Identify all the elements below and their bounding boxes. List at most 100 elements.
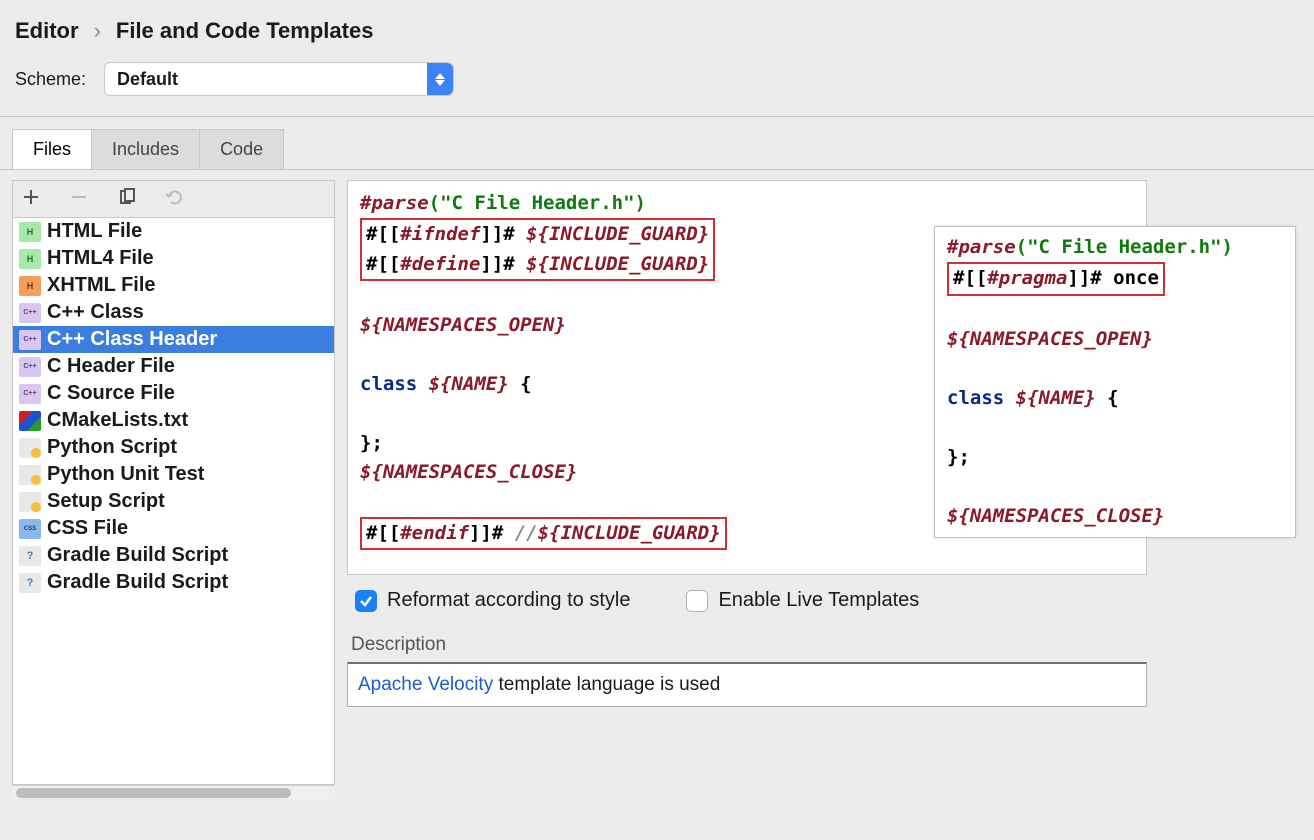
- code-token: ]]#: [469, 522, 515, 544]
- file-item[interactable]: XHTML File: [13, 272, 334, 299]
- file-item[interactable]: Gradle Build Script: [13, 569, 334, 596]
- file-type-icon: [19, 546, 41, 566]
- file-item-label: C++ Class Header: [47, 328, 217, 351]
- main-pane: #parse("C File Header.h") #[[#ifndef]]# …: [347, 170, 1314, 809]
- code-token: ]]#: [480, 253, 526, 275]
- file-type-icon: [19, 303, 41, 323]
- file-item-label: HTML File: [47, 220, 142, 243]
- file-type-icon: [19, 411, 41, 431]
- breadcrumb-parent[interactable]: Editor: [15, 18, 79, 44]
- file-item-label: C Header File: [47, 355, 175, 378]
- file-item-label: Gradle Build Script: [47, 544, 228, 567]
- file-type-icon: [19, 573, 41, 593]
- file-item-label: Python Unit Test: [47, 463, 204, 486]
- file-type-icon: [19, 465, 41, 485]
- file-item[interactable]: C Header File: [13, 353, 334, 380]
- live-templates-label: Enable Live Templates: [718, 589, 919, 612]
- code-token: ${INCLUDE_GUARD}: [526, 223, 709, 245]
- file-item-label: Python Script: [47, 436, 177, 459]
- code-token: ${INCLUDE_GUARD}: [526, 253, 709, 275]
- code-token: #ifndef: [400, 223, 480, 245]
- file-item-label: CMakeLists.txt: [47, 409, 188, 432]
- scrollbar-thumb[interactable]: [16, 788, 291, 798]
- file-item[interactable]: C++ Class: [13, 299, 334, 326]
- file-type-icon: [19, 357, 41, 377]
- file-item[interactable]: C Source File: [13, 380, 334, 407]
- code-token: ${NAME}: [429, 373, 509, 395]
- code-token: {: [509, 373, 532, 395]
- code-token: ("C File Header.h"): [429, 192, 646, 214]
- file-type-icon: [19, 438, 41, 458]
- file-item[interactable]: C++ Class Header: [13, 326, 334, 353]
- code-token: #[[: [366, 253, 400, 275]
- file-item-label: Setup Script: [47, 490, 165, 513]
- code-token: ]]# once: [1067, 267, 1159, 289]
- code-token: #endif: [400, 522, 469, 544]
- checkbox-unchecked-icon: [686, 590, 708, 612]
- live-templates-checkbox[interactable]: Enable Live Templates: [686, 589, 919, 612]
- highlight-box: #[[#ifndef]]# ${INCLUDE_GUARD} #[[#defin…: [360, 218, 715, 281]
- file-item[interactable]: Python Script: [13, 434, 334, 461]
- copy-icon[interactable]: [117, 187, 137, 207]
- code-token: };: [947, 446, 970, 468]
- file-item-label: HTML4 File: [47, 247, 154, 270]
- file-item[interactable]: Setup Script: [13, 488, 334, 515]
- code-token: #parse: [360, 192, 429, 214]
- code-token: class: [947, 387, 1016, 409]
- code-token: ${NAMESPACES_CLOSE}: [360, 461, 577, 483]
- apache-velocity-link[interactable]: Apache Velocity: [358, 674, 493, 695]
- file-type-icon: [19, 384, 41, 404]
- file-type-icon: [19, 222, 41, 242]
- file-toolbar: [12, 180, 335, 218]
- code-token: };: [360, 432, 383, 454]
- sidebar: HTML File HTML4 File XHTML File C++ Class C+…: [0, 170, 335, 809]
- file-item[interactable]: Gradle Build Script: [13, 542, 334, 569]
- code-token: //: [515, 522, 538, 544]
- code-token: #parse: [947, 236, 1016, 258]
- scheme-row: Scheme: Default: [0, 54, 1314, 117]
- code-token: ${NAME}: [1016, 387, 1096, 409]
- tab-includes[interactable]: Includes: [92, 129, 200, 169]
- code-token: ${INCLUDE_GUARD}: [538, 522, 721, 544]
- options-row: Reformat according to style Enable Live …: [347, 575, 1302, 626]
- description-label: Description: [347, 626, 1302, 662]
- code-token: ${NAMESPACES_OPEN}: [947, 328, 1153, 350]
- code-token: #define: [400, 253, 480, 275]
- file-item-label: Gradle Build Script: [47, 571, 228, 594]
- chevron-right-icon: ›: [94, 18, 101, 44]
- code-token: {: [1096, 387, 1119, 409]
- breadcrumb: Editor › File and Code Templates: [0, 0, 1314, 54]
- reformat-checkbox[interactable]: Reformat according to style: [355, 589, 630, 612]
- description-text: template language is used: [493, 674, 720, 695]
- file-item[interactable]: CSS File: [13, 515, 334, 542]
- horizontal-scrollbar[interactable]: [12, 785, 335, 799]
- file-type-icon: [19, 330, 41, 350]
- file-item-label: C Source File: [47, 382, 175, 405]
- file-item-label: C++ Class: [47, 301, 144, 324]
- checkbox-checked-icon: [355, 590, 377, 612]
- add-icon[interactable]: [21, 187, 41, 207]
- file-item[interactable]: HTML File: [13, 218, 334, 245]
- code-token: #[[: [953, 267, 987, 289]
- highlight-box: #[[#endif]]# //${INCLUDE_GUARD}: [360, 517, 727, 550]
- code-token: ]]#: [480, 223, 526, 245]
- file-list[interactable]: HTML File HTML4 File XHTML File C++ Class C+…: [12, 218, 335, 785]
- file-item-label: CSS File: [47, 517, 128, 540]
- scheme-label: Scheme:: [15, 69, 86, 90]
- tabs: Files Includes Code: [0, 117, 1314, 169]
- content-area: HTML File HTML4 File XHTML File C++ Class C+…: [0, 169, 1314, 809]
- remove-icon[interactable]: [69, 187, 89, 207]
- file-item[interactable]: CMakeLists.txt: [13, 407, 334, 434]
- file-item[interactable]: HTML4 File: [13, 245, 334, 272]
- undo-icon[interactable]: [165, 187, 185, 207]
- scheme-select[interactable]: Default: [104, 62, 454, 96]
- code-token: #[[: [366, 223, 400, 245]
- tab-code[interactable]: Code: [200, 129, 284, 169]
- file-item-label: XHTML File: [47, 274, 156, 297]
- scheme-value: Default: [105, 65, 427, 94]
- file-item[interactable]: Python Unit Test: [13, 461, 334, 488]
- template-preview-overlay: #parse("C File Header.h") #[[#pragma]]# …: [934, 226, 1296, 538]
- tab-files[interactable]: Files: [12, 129, 92, 169]
- file-type-icon: [19, 519, 41, 539]
- description-box: Apache Velocity template language is use…: [347, 662, 1147, 707]
